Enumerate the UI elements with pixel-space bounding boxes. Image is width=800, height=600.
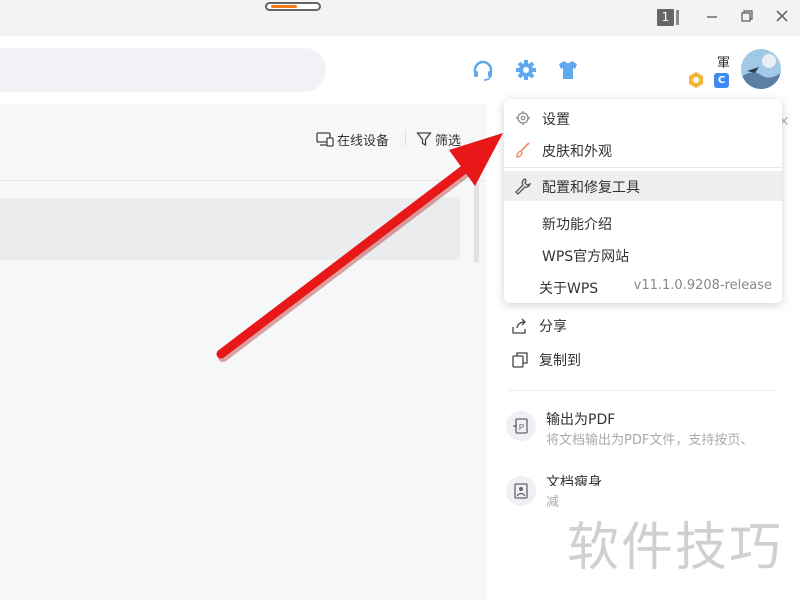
membership-card-icon[interactable]: C: [714, 73, 729, 88]
doc-slim-desc: 减: [546, 495, 560, 510]
scrollbar[interactable]: [474, 183, 479, 263]
copy-to-label: 复制到: [539, 353, 581, 369]
gear-icon[interactable]: [514, 58, 538, 82]
user-name[interactable]: 軍: [717, 52, 730, 71]
gear-icon: [514, 109, 532, 127]
export-pdf-icon: P: [506, 411, 536, 441]
title-bar: 1: [0, 0, 800, 37]
minimize-icon: [707, 16, 717, 18]
brush-icon: [514, 141, 532, 159]
doc-slim-title[interactable]: 文档瘦身: [546, 472, 602, 486]
wrench-icon: [514, 177, 532, 195]
main-content: [0, 104, 485, 600]
copy-icon: [512, 352, 528, 368]
export-pdf-title[interactable]: 输出为PDF: [546, 409, 615, 429]
menu-label: 设置: [542, 112, 570, 128]
menu-item-about[interactable]: 关于WPS v11.1.0.9208-release: [504, 272, 782, 302]
divider: [508, 390, 776, 391]
menu-item-repair-tools[interactable]: 配置和修复工具: [504, 171, 782, 201]
svg-text:P: P: [519, 423, 524, 432]
close-icon: [776, 10, 788, 22]
menu-label: 配置和修复工具: [542, 180, 640, 196]
menu-item-settings[interactable]: 设置: [504, 103, 782, 133]
filter-button[interactable]: 筛选: [416, 129, 461, 149]
selected-file-row[interactable]: [0, 198, 460, 260]
menu-label: WPS官方网站: [542, 249, 630, 265]
toolbar-divider: [405, 130, 406, 146]
window-count-badge[interactable]: 1: [657, 9, 679, 27]
share-item[interactable]: 分享: [511, 316, 567, 336]
export-pdf-desc: 将文档输出为PDF文件，支持按页、: [546, 433, 754, 448]
divider: [0, 180, 485, 181]
close-button[interactable]: [771, 8, 793, 28]
window-count: 1: [657, 9, 674, 26]
avatar[interactable]: [741, 49, 781, 89]
menu-label: 关于WPS: [539, 281, 599, 297]
online-devices-button[interactable]: 在线设备: [316, 129, 389, 149]
share-icon: [512, 318, 526, 334]
header-bar: 軍 C: [0, 36, 800, 104]
version-text: v11.1.0.9208-release: [633, 278, 772, 293]
filter-icon: [416, 132, 432, 147]
watermark-text: 软件技巧: [567, 518, 784, 578]
minimize-button[interactable]: [701, 8, 723, 28]
restore-button[interactable]: [736, 8, 758, 28]
menu-item-official-site[interactable]: WPS官方网站: [504, 240, 782, 270]
online-devices-label: 在线设备: [337, 133, 390, 149]
menu-item-skin[interactable]: 皮肤和外观: [504, 135, 782, 165]
doc-slim-icon: [506, 476, 536, 506]
filter-label: 筛选: [435, 133, 462, 149]
vip-hexagon-icon[interactable]: [688, 72, 704, 88]
restore-icon: [741, 10, 753, 22]
menu-item-whats-new[interactable]: 新功能介绍: [504, 208, 782, 238]
share-label: 分享: [539, 319, 567, 335]
headset-icon[interactable]: [471, 58, 495, 82]
skin-shirt-icon[interactable]: [556, 58, 580, 82]
search-input[interactable]: [0, 48, 326, 92]
progress-fill: [271, 5, 297, 8]
menu-divider: [504, 167, 782, 168]
tab-progress-indicator: [265, 2, 321, 11]
menu-label: 新功能介绍: [542, 217, 612, 233]
device-icon: [316, 132, 334, 147]
menu-label: 皮肤和外观: [542, 144, 612, 160]
copy-to-item[interactable]: 复制到: [511, 350, 581, 370]
settings-dropdown-menu: 设置 皮肤和外观 配置和修复工具 新功能介绍 WPS官方网站 关于WPS v11…: [504, 99, 782, 303]
